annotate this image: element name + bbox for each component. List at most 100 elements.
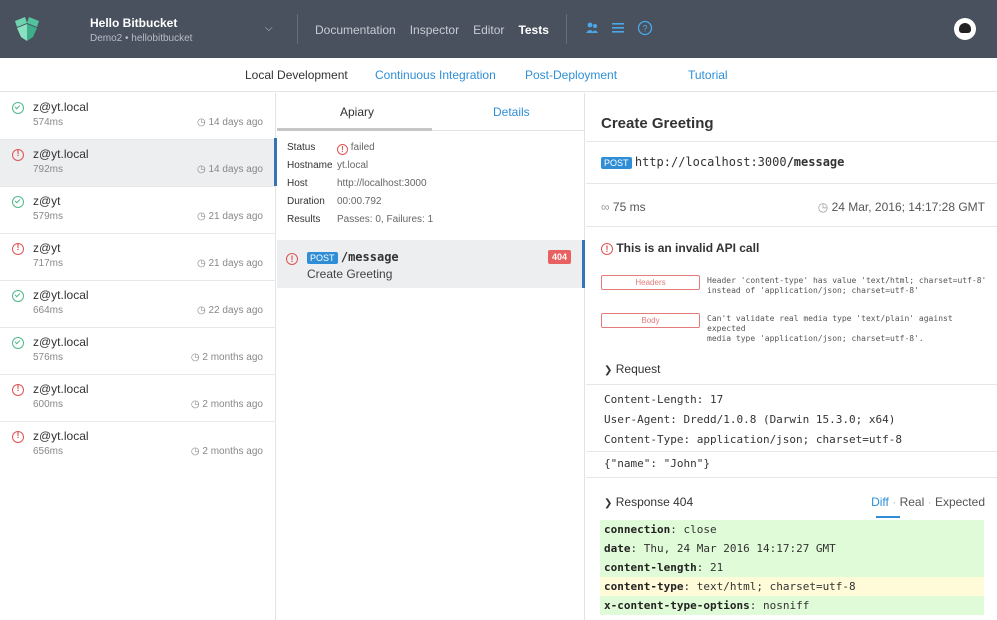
headers-error-label: Headers <box>601 275 700 290</box>
duration-value: 00:00.792 <box>337 196 382 207</box>
divider <box>586 141 997 142</box>
project-subtitle: Demo2 • hellobitbucket <box>90 33 193 44</box>
tab-post-deployment[interactable]: Post-Deployment <box>525 68 617 82</box>
request-toggle[interactable]: ❯ Request <box>604 362 660 376</box>
clock-icon: ◷ <box>817 200 829 214</box>
top-bar: Hello Bitbucket Demo2 • hellobitbucket ⌵… <box>0 0 997 58</box>
tab-local-development[interactable]: Local Development <box>245 68 348 82</box>
invalid-call-heading: ! This is an invalid API call <box>601 241 759 255</box>
passed-icon <box>12 102 24 114</box>
failed-icon <box>12 148 24 161</box>
toolbar-icons: ? <box>585 20 653 36</box>
tab-apiary[interactable]: Apiary <box>340 105 374 119</box>
nav-editor[interactable]: Editor <box>473 23 504 37</box>
list-item[interactable]: z@yt.local 792ms ◷ 14 days ago <box>0 140 276 187</box>
svg-text:?: ? <box>642 24 647 34</box>
chevron-down-icon[interactable]: ⌵ <box>265 23 273 34</box>
help-icon[interactable]: ? <box>637 20 653 36</box>
divider <box>586 451 997 452</box>
response-toggle[interactable]: ❯ Response 404 <box>604 495 693 509</box>
chevron-down-icon: ❯ <box>604 498 613 509</box>
endpoint-item[interactable]: ! POST /message Create Greeting 404 <box>277 240 585 288</box>
url-base: http://localhost:3000 <box>634 155 787 169</box>
list-item[interactable]: z@yt.local 664ms ◷ 22 days ago <box>0 281 276 328</box>
body-error-label: Body <box>601 313 700 328</box>
apiary-logo-icon[interactable] <box>12 15 42 45</box>
response-header-row: content-type: text/html; charset=utf-8 <box>600 577 984 596</box>
run-host: z@yt.local <box>33 288 89 302</box>
response-header-row: content-length: 21 <box>600 558 984 577</box>
test-run-list: z@yt.local 574ms ◷ 14 days ago z@yt.loca… <box>0 93 276 620</box>
list-item[interactable]: z@yt 717ms ◷ 21 days ago <box>0 234 276 281</box>
list-item[interactable]: z@yt.local 600ms ◷ 2 months ago <box>0 375 276 422</box>
run-time: ◷ 14 days ago <box>196 117 263 128</box>
nav-documentation[interactable]: Documentation <box>315 23 396 37</box>
run-host: z@yt.local <box>33 335 89 349</box>
run-time: ◷ 21 days ago <box>196 258 263 269</box>
endpoint-line: POST /message <box>307 250 399 264</box>
run-time: ◷ 14 days ago <box>196 164 263 175</box>
run-host: z@yt.local <box>33 429 89 443</box>
tab-diff[interactable]: Diff <box>871 495 889 509</box>
divider <box>566 14 567 44</box>
run-duration: 579ms <box>33 211 64 222</box>
run-duration: 656ms <box>33 446 64 457</box>
failed-icon: ! <box>337 144 348 155</box>
divider <box>297 14 298 44</box>
transaction-detail: Create Greeting POST http://localhost:30… <box>586 93 997 620</box>
run-host: z@yt <box>33 241 61 255</box>
run-duration: 574ms <box>33 117 64 128</box>
results-label: Results <box>287 214 321 225</box>
tab-real[interactable]: Real <box>900 495 925 509</box>
response-time: ∞ 75 ms <box>601 200 646 214</box>
warning-icon: ! <box>601 243 613 255</box>
nav-inspector[interactable]: Inspector <box>410 23 459 37</box>
page-title: Create Greeting <box>601 115 714 132</box>
hostname-value: yt.local <box>337 160 369 171</box>
host-label: Host <box>287 178 308 189</box>
failed-icon <box>12 242 24 255</box>
chevron-down-icon: ❯ <box>604 365 613 376</box>
list-item[interactable]: z@yt.local 656ms ◷ 2 months ago <box>0 422 276 469</box>
failed-icon <box>12 383 24 396</box>
project-name: Hello Bitbucket <box>90 16 178 30</box>
url-path: /message <box>786 155 845 169</box>
list-item[interactable]: z@yt 579ms ◷ 21 days ago <box>0 187 276 234</box>
tab-expected[interactable]: Expected <box>935 495 985 509</box>
project-switcher[interactable]: Hello Bitbucket Demo2 • hellobitbucket <box>90 16 192 44</box>
list-icon[interactable] <box>611 21 625 35</box>
infinity-icon: ∞ <box>601 200 610 214</box>
selection-bar <box>582 240 585 288</box>
main-nav: Documentation Inspector Editor Tests <box>315 23 549 37</box>
diff-view-switch: Diff · Real · Expected <box>871 495 985 509</box>
results-value: Passes: 0, Failures: 1 <box>337 214 434 225</box>
tab-tutorial[interactable]: Tutorial <box>688 68 728 82</box>
failed-icon <box>12 430 24 443</box>
passed-icon <box>12 290 24 302</box>
user-avatar[interactable] <box>954 18 976 40</box>
method-badge: POST <box>601 157 632 169</box>
tab-continuous-integration[interactable]: Continuous Integration <box>375 68 496 82</box>
divider <box>586 226 997 227</box>
run-host: z@yt.local <box>33 100 89 114</box>
divider <box>586 183 997 184</box>
timestamp: ◷ 24 Mar, 2016; 14:17:28 GMT <box>817 200 985 214</box>
status-code-badge: 404 <box>547 250 571 264</box>
list-item[interactable]: z@yt.local 576ms ◷ 2 months ago <box>0 328 276 375</box>
request-url: POST http://localhost:3000/message <box>601 155 844 169</box>
passed-icon <box>12 196 24 208</box>
run-duration: 717ms <box>33 258 64 269</box>
duration-label: Duration <box>287 196 325 207</box>
run-time: ◷ 21 days ago <box>196 211 263 222</box>
run-properties: Status ! failed Hostname yt.local Host h… <box>274 138 585 234</box>
body-error-message: Can't validate real media type 'text/pla… <box>707 314 953 343</box>
selection-bar <box>274 138 277 186</box>
team-icon[interactable] <box>585 21 599 35</box>
nav-tests[interactable]: Tests <box>518 23 548 37</box>
divider <box>586 477 997 478</box>
list-item[interactable]: z@yt.local 574ms ◷ 14 days ago <box>0 93 276 140</box>
run-duration: 576ms <box>33 352 64 363</box>
run-time: ◷ 22 days ago <box>196 305 263 316</box>
method-badge: POST <box>307 252 338 264</box>
tab-details[interactable]: Details <box>493 105 530 119</box>
